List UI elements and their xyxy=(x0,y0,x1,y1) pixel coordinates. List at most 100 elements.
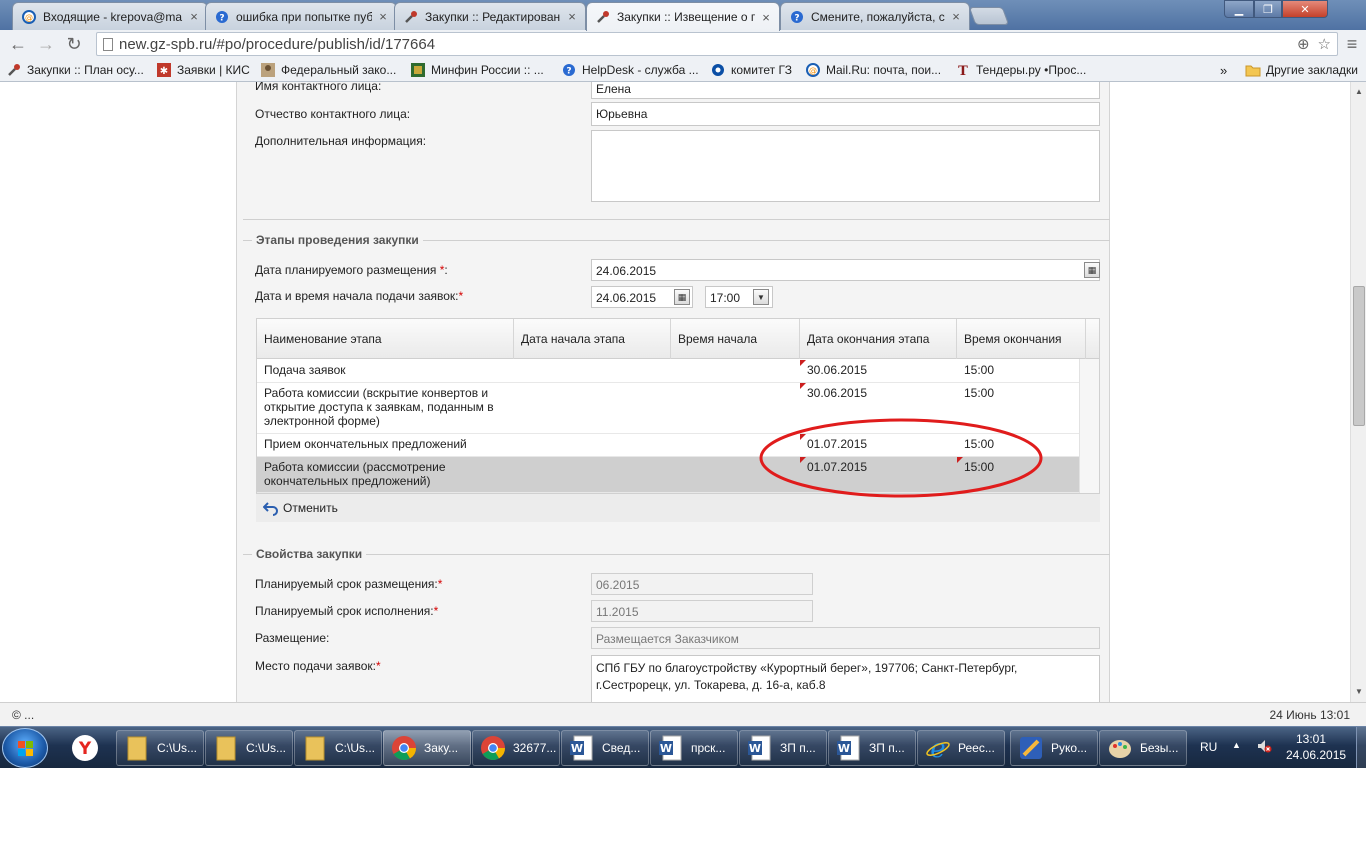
additional-info-textarea[interactable] xyxy=(591,130,1100,202)
start-date-cell[interactable] xyxy=(514,383,671,389)
start-time-cell[interactable] xyxy=(671,383,800,389)
maximize-button[interactable]: ❐ xyxy=(1254,0,1282,18)
taskbar-item-guide[interactable]: Руко... xyxy=(1010,730,1098,766)
menu-button[interactable]: ≡ xyxy=(1340,33,1364,55)
taskbar-pinned-yandex[interactable]: Y xyxy=(60,730,110,766)
bookmarks-bar: Закупки :: План осу... ✱ Заявки | КИС Фе… xyxy=(0,58,1366,82)
new-tab-button[interactable] xyxy=(968,7,1010,25)
end-time-cell[interactable]: 15:00 xyxy=(957,360,1079,380)
svg-text:?: ? xyxy=(794,13,799,23)
table-row[interactable]: Подача заявок 30.06.2015 15:00 xyxy=(257,360,1079,383)
language-indicator[interactable]: RU xyxy=(1200,740,1217,754)
calendar-icon[interactable]: ▦ xyxy=(674,289,690,305)
bookmark-label: Минфин России :: ... xyxy=(431,63,544,77)
close-icon[interactable]: × xyxy=(376,9,390,24)
properties-section-title: Свойства закупки xyxy=(252,547,367,561)
taskbar-item-explorer[interactable]: C:\Us... xyxy=(205,730,293,766)
bookmark-federal-law[interactable]: Федеральный зако... xyxy=(260,61,396,79)
scrollbar-thumb[interactable] xyxy=(1353,286,1365,426)
back-button[interactable]: ← xyxy=(6,33,30,55)
forward-button[interactable]: → xyxy=(34,33,58,55)
bookmark-star-icon[interactable]: ☆ xyxy=(1318,35,1331,53)
menu-icon: ≡ xyxy=(1346,33,1358,54)
taskbar-item-word[interactable]: W ЗП п... xyxy=(739,730,827,766)
bookmark-minfin[interactable]: Минфин России :: ... xyxy=(410,61,544,79)
taskbar-item-word[interactable]: W Свед... xyxy=(561,730,649,766)
close-icon[interactable]: × xyxy=(187,9,201,24)
column-header-end-date[interactable]: Дата окончания этапа xyxy=(800,319,957,359)
bookmark-label: комитет ГЗ xyxy=(731,63,792,77)
submission-place-textarea[interactable]: СПб ГБУ по благоустройству «Курортный бе… xyxy=(591,655,1100,702)
start-button[interactable] xyxy=(2,728,48,768)
start-datetime-label: Дата и время начала подачи заявок:* xyxy=(255,289,464,303)
bookmark-kis[interactable]: ✱ Заявки | КИС xyxy=(156,61,250,79)
show-hidden-icons-icon[interactable]: ▲ xyxy=(1232,740,1241,750)
section-divider xyxy=(243,554,1110,555)
end-date-cell[interactable]: 30.06.2015 xyxy=(800,383,957,403)
minimize-button[interactable]: ▁ xyxy=(1224,0,1254,18)
bookmark-tenders[interactable]: T Тендеры.ру •Прос... xyxy=(955,61,1086,79)
scroll-up-icon[interactable]: ▲ xyxy=(1351,84,1366,98)
svg-text:@: @ xyxy=(25,13,33,22)
zoom-icon[interactable]: ⊕ xyxy=(1297,35,1310,53)
chevron-down-icon[interactable]: ▼ xyxy=(753,289,769,305)
column-header-end-time[interactable]: Время окончания xyxy=(957,319,1086,359)
calendar-icon[interactable]: ▦ xyxy=(1084,262,1100,278)
reload-icon: ↻ xyxy=(66,33,82,54)
page-scrollbar[interactable]: ▲ ▼ xyxy=(1350,82,1366,702)
start-time-cell[interactable] xyxy=(671,360,800,366)
scroll-down-icon[interactable]: ▼ xyxy=(1351,684,1366,698)
close-window-button[interactable]: ✕ xyxy=(1282,0,1328,18)
execution-term-field: 11.2015 xyxy=(591,600,813,622)
end-date-cell[interactable]: 30.06.2015 xyxy=(800,360,957,380)
word-document-icon: W xyxy=(746,734,774,762)
helpdesk-icon: ? xyxy=(214,9,230,25)
undo-icon[interactable] xyxy=(262,499,280,517)
reload-button[interactable]: ↻ xyxy=(62,33,86,55)
taskbar-item-chrome[interactable]: 32677... xyxy=(472,730,560,766)
taskbar-item-ie[interactable]: e Реес... xyxy=(917,730,1005,766)
minfin-icon xyxy=(410,62,426,78)
bookmarks-overflow-button[interactable]: » xyxy=(1220,61,1227,79)
contact-first-name-field[interactable]: Елена xyxy=(591,82,1100,99)
close-icon[interactable]: × xyxy=(949,9,963,24)
tab-helpdesk-error[interactable]: ? ошибка при попытке пуб × xyxy=(205,2,397,30)
table-header: Наименование этапа Дата начала этапа Вре… xyxy=(257,319,1099,359)
bookmark-mailru[interactable]: @ Mail.Ru: почта, пои... xyxy=(805,61,941,79)
taskbar-item-explorer[interactable]: C:\Us... xyxy=(294,730,382,766)
bookmark-committee[interactable]: комитет ГЗ xyxy=(710,61,792,79)
close-icon[interactable]: × xyxy=(759,10,773,25)
show-desktop-button[interactable] xyxy=(1356,727,1366,769)
start-date-cell[interactable] xyxy=(514,360,671,366)
bookmark-helpdesk[interactable]: ? HelpDesk - служба ... xyxy=(561,61,699,79)
column-header-start-time[interactable]: Время начала xyxy=(671,319,800,359)
taskbar-item-word[interactable]: W прск... xyxy=(650,730,738,766)
contact-patronymic-field[interactable]: Юрьевна xyxy=(591,102,1100,126)
tab-procurement-notice[interactable]: Закупки :: Извещение о п × xyxy=(586,2,780,31)
start-date-cell[interactable] xyxy=(514,457,671,463)
planned-date-field[interactable]: 24.06.2015 xyxy=(591,259,1100,281)
tenders-icon: T xyxy=(955,62,971,78)
column-header-stage-name[interactable]: Наименование этапа xyxy=(257,319,514,359)
bookmark-plan[interactable]: Закупки :: План осу... xyxy=(6,61,144,79)
placement-term-field: 06.2015 xyxy=(591,573,813,595)
cancel-button[interactable]: Отменить xyxy=(283,501,338,515)
column-header-start-date[interactable]: Дата начала этапа xyxy=(514,319,671,359)
taskbar-item-paint[interactable]: Безы... xyxy=(1099,730,1187,766)
tab-mail[interactable]: @ Входящие - krepova@ma × xyxy=(12,2,208,30)
taskbar-item-chrome-active[interactable]: Заку... xyxy=(383,730,471,766)
clock-date[interactable]: 24.06.2015 xyxy=(1286,748,1346,762)
taskbar-item-explorer[interactable]: C:\Us... xyxy=(116,730,204,766)
taskbar-item-word[interactable]: W ЗП п... xyxy=(828,730,916,766)
clock-time[interactable]: 13:01 xyxy=(1296,732,1326,746)
volume-muted-icon[interactable] xyxy=(1256,738,1272,757)
other-bookmarks-folder[interactable]: Другие закладки xyxy=(1245,61,1358,79)
address-bar[interactable]: new.gz-spb.ru/#po/procedure/publish/id/1… xyxy=(96,32,1338,56)
tab-helpdesk-change[interactable]: ? Смените, пожалуйста, ст × xyxy=(780,2,970,30)
end-time-cell[interactable]: 15:00 xyxy=(957,383,1079,403)
start-date-cell[interactable] xyxy=(514,434,671,440)
tab-procurement-edit[interactable]: Закупки :: Редактирован × xyxy=(394,2,586,30)
table-scrollbar[interactable] xyxy=(1079,359,1099,493)
stage-name-cell: Работа комиссии (рассмотрение окончатель… xyxy=(264,460,446,488)
close-icon[interactable]: × xyxy=(565,9,579,24)
